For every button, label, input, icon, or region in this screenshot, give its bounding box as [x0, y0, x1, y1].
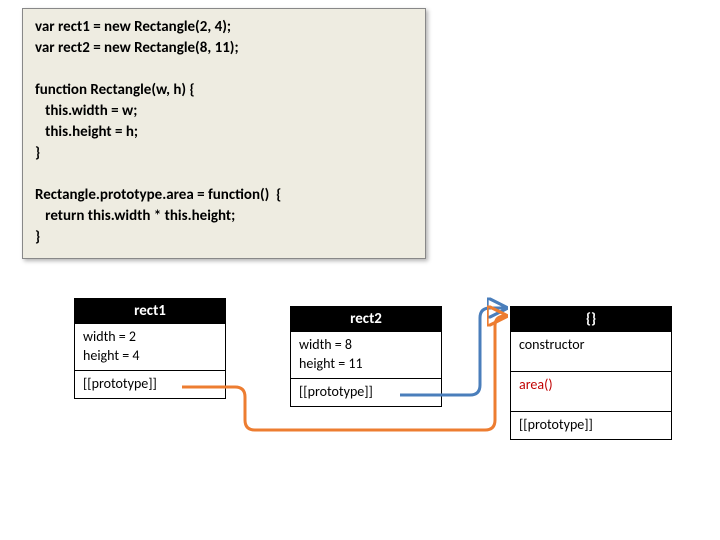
object-prototype: {} constructor area() [[prototype]]: [510, 306, 672, 440]
object-rect1-proto: [[prototype]]: [75, 370, 225, 398]
object-rect1-props: width = 2 height = 4: [75, 323, 225, 370]
object-prototype-area: area(): [511, 371, 671, 411]
object-prototype-title: {}: [511, 307, 671, 331]
object-rect1-title: rect1: [75, 299, 225, 323]
object-rect2-proto: [[prototype]]: [291, 378, 441, 406]
object-rect2: rect2 width = 8 height = 11 [[prototype]…: [290, 306, 442, 407]
object-prototype-constructor: constructor: [511, 331, 671, 371]
object-rect2-title: rect2: [291, 307, 441, 331]
object-rect1: rect1 width = 2 height = 4 [[prototype]]: [74, 298, 226, 399]
object-rect2-props: width = 8 height = 11: [291, 331, 441, 378]
object-prototype-proto: [[prototype]]: [511, 411, 671, 439]
code-block: var rect1 = new Rectangle(2, 4); var rec…: [22, 8, 426, 259]
